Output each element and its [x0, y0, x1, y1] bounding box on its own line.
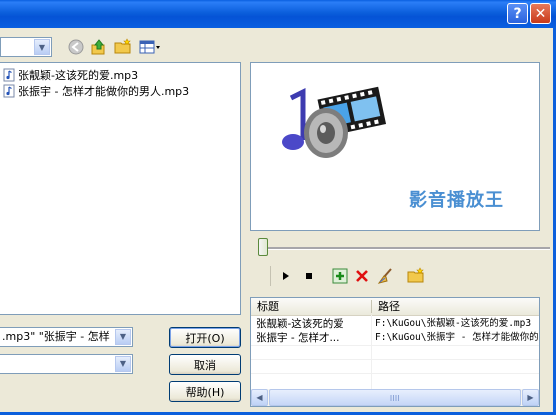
file-name-field[interactable]: .mp3" "张振宇 - 怎样 ▼ — [0, 327, 133, 347]
playlist-header: 标题 路径 — [251, 298, 539, 316]
title-bar: ? ✕ — [0, 0, 556, 28]
media-logo-icon — [282, 86, 387, 158]
row-path: F:\KuGou\张振宇 - 怎样才能做你的男人.mp3 — [375, 332, 539, 343]
column-header-title[interactable]: 标题 — [251, 298, 371, 315]
list-item[interactable]: 张振宇 - 怎样才能做你的男人.mp3 — [2, 83, 189, 99]
row-path: F:\KuGou\张靓颖-这该死的爱.mp3 — [375, 318, 532, 329]
preview-panel: 影音播放王 — [250, 62, 540, 231]
grid-line — [251, 373, 539, 374]
chevron-down-icon[interactable]: ▼ — [115, 356, 131, 372]
brand-title: 影音播放王 — [409, 190, 504, 211]
back-icon[interactable] — [66, 37, 86, 57]
close-button[interactable]: ✕ — [530, 3, 551, 24]
toolbar-separator — [270, 266, 271, 286]
help-button[interactable]: 帮助(H) — [169, 381, 241, 402]
list-item[interactable]: 张靓颖-这该死的爱.mp3 — [2, 67, 138, 83]
add-icon[interactable] — [330, 266, 350, 286]
scroll-right-icon[interactable]: ▶ — [522, 389, 539, 406]
clear-broom-icon[interactable] — [375, 266, 395, 286]
look-in-combo[interactable]: ▼ — [0, 37, 52, 57]
column-header-path[interactable]: 路径 — [372, 298, 539, 315]
seek-track[interactable] — [258, 247, 550, 250]
file-name: 张靓颖-这该死的爱.mp3 — [18, 69, 139, 82]
new-folder-icon[interactable] — [113, 37, 133, 57]
up-folder-icon[interactable] — [89, 37, 109, 57]
horizontal-scrollbar[interactable]: ◀ ▶ — [251, 389, 539, 406]
delete-icon[interactable] — [352, 266, 372, 286]
file-name: 张振宇 - 怎样才能做你的男人.mp3 — [18, 85, 190, 98]
open-folder-icon[interactable] — [406, 266, 426, 286]
seek-thumb[interactable] — [258, 238, 268, 256]
play-icon[interactable] — [276, 266, 296, 286]
open-button[interactable]: 打开(O) — [169, 327, 241, 348]
scroll-thumb[interactable] — [269, 389, 521, 406]
file-type-field[interactable]: ▼ — [0, 354, 133, 374]
scroll-left-icon[interactable]: ◀ — [251, 389, 268, 406]
cancel-button[interactable]: 取消 — [169, 354, 241, 375]
audio-file-icon — [2, 68, 16, 82]
grip-icon — [390, 395, 399, 401]
audio-file-icon — [2, 84, 16, 98]
chevron-down-icon[interactable]: ▼ — [115, 329, 131, 345]
grid-line — [251, 359, 539, 360]
row-title: 张振宇 - 怎样才... — [256, 332, 340, 344]
view-menu-icon[interactable] — [138, 37, 162, 57]
file-name-value: .mp3" "张振宇 - 怎样 — [2, 330, 110, 343]
grid-line — [251, 345, 539, 346]
chevron-down-icon[interactable]: ▼ — [34, 39, 50, 55]
help-title-button[interactable]: ? — [507, 3, 528, 24]
stop-icon[interactable] — [299, 266, 319, 286]
grid-line — [371, 315, 372, 390]
playlist-table[interactable]: 标题 路径 张靓颖-这该死的爱 F:\KuGou\张靓颖-这该死的爱.mp3 张… — [250, 297, 540, 407]
row-title: 张靓颖-这该死的爱 — [256, 318, 344, 330]
file-list[interactable]: 张靓颖-这该死的爱.mp3 张振宇 - 怎样才能做你的男人.mp3 — [0, 62, 241, 315]
